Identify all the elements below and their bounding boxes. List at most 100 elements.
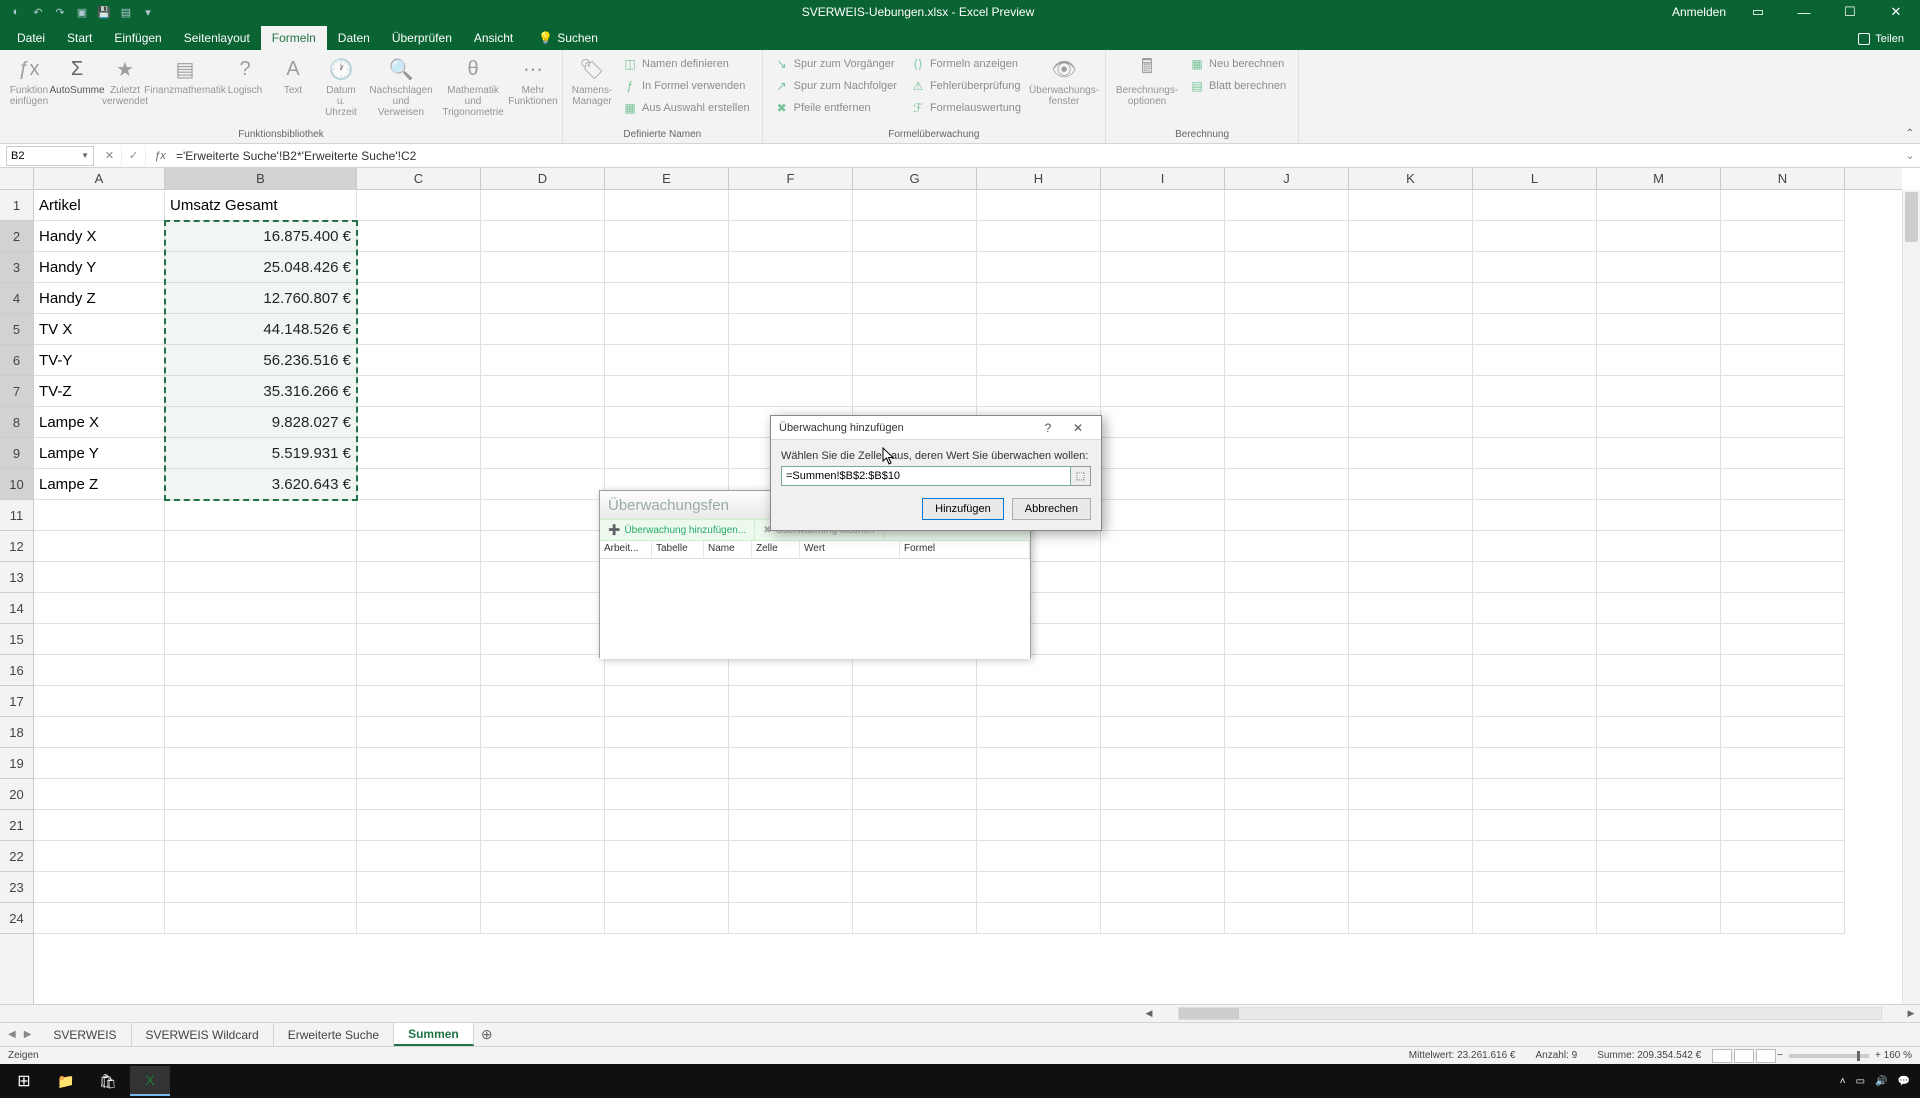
cell[interactable]: Handy Y — [34, 252, 165, 283]
cell[interactable] — [34, 593, 165, 624]
show-formulas-button[interactable]: ⟨⟩Formeln anzeigen — [905, 53, 1027, 75]
logical-button[interactable]: ?Logisch — [222, 53, 268, 98]
cell[interactable] — [605, 376, 729, 407]
col-header[interactable]: A — [34, 168, 165, 189]
cell[interactable] — [1597, 841, 1721, 872]
cell[interactable] — [977, 810, 1101, 841]
tab-einfuegen[interactable]: Einfügen — [103, 26, 172, 50]
cell[interactable] — [1101, 686, 1225, 717]
cell[interactable] — [1349, 500, 1473, 531]
cell[interactable] — [481, 779, 605, 810]
cell[interactable] — [1597, 810, 1721, 841]
row-header[interactable]: 3 — [0, 252, 33, 283]
select-all-corner[interactable] — [0, 168, 34, 190]
cell[interactable] — [977, 376, 1101, 407]
cell[interactable]: Umsatz Gesamt — [165, 190, 357, 221]
cell[interactable] — [977, 314, 1101, 345]
cell[interactable] — [357, 841, 481, 872]
cell[interactable] — [1349, 376, 1473, 407]
row-header[interactable]: 23 — [0, 872, 33, 903]
row-header[interactable]: 1 — [0, 190, 33, 221]
cell[interactable] — [1473, 717, 1597, 748]
cell[interactable] — [1597, 903, 1721, 934]
calc-now-button[interactable]: ▦Neu berechnen — [1184, 53, 1292, 75]
cell[interactable] — [1721, 779, 1845, 810]
cell[interactable] — [853, 686, 977, 717]
cell[interactable] — [729, 345, 853, 376]
cell[interactable] — [481, 221, 605, 252]
zoom-level[interactable]: + 160 % — [1875, 1050, 1912, 1061]
cell[interactable] — [1225, 810, 1349, 841]
tab-datei[interactable]: Datei — [6, 26, 56, 50]
cell[interactable] — [481, 686, 605, 717]
col-header[interactable]: M — [1597, 168, 1721, 189]
cell[interactable] — [853, 903, 977, 934]
cell[interactable] — [165, 841, 357, 872]
cell[interactable] — [1349, 655, 1473, 686]
cell[interactable] — [1101, 500, 1225, 531]
cell[interactable] — [165, 903, 357, 934]
cell[interactable] — [1101, 283, 1225, 314]
cell[interactable] — [605, 407, 729, 438]
autosum-button[interactable]: ΣAutoSumme — [54, 53, 100, 98]
cell[interactable] — [605, 314, 729, 345]
row-header[interactable]: 10 — [0, 469, 33, 500]
redo-icon[interactable]: ↷ — [52, 4, 68, 20]
cell[interactable] — [481, 345, 605, 376]
cell[interactable] — [1721, 810, 1845, 841]
cell[interactable] — [357, 748, 481, 779]
cell[interactable] — [1473, 624, 1597, 655]
cell[interactable] — [357, 624, 481, 655]
tab-ueberpruefen[interactable]: Überprüfen — [381, 26, 463, 50]
cell[interactable]: 12.760.807 € — [165, 283, 357, 314]
cell[interactable] — [357, 562, 481, 593]
row-header[interactable]: 6 — [0, 345, 33, 376]
cell[interactable] — [1597, 562, 1721, 593]
cell[interactable] — [165, 500, 357, 531]
cell[interactable] — [1101, 345, 1225, 376]
financial-button[interactable]: ▤Finanzmathematik — [150, 53, 220, 98]
col-header[interactable]: L — [1473, 168, 1597, 189]
cell[interactable] — [481, 252, 605, 283]
cell[interactable] — [1225, 841, 1349, 872]
zoom-out-icon[interactable]: − — [1777, 1050, 1783, 1061]
cell[interactable] — [1721, 531, 1845, 562]
cell[interactable] — [357, 686, 481, 717]
cell[interactable] — [34, 562, 165, 593]
cell[interactable]: TV X — [34, 314, 165, 345]
row-header[interactable]: 17 — [0, 686, 33, 717]
chevron-down-icon[interactable]: ▼ — [81, 151, 89, 160]
cell[interactable]: 9.828.027 € — [165, 407, 357, 438]
sheet-tab-sverweis[interactable]: SVERWEIS — [39, 1023, 131, 1046]
calc-options-button[interactable]: 🖩Berechnungs-optionen — [1112, 53, 1182, 109]
cell[interactable] — [1721, 748, 1845, 779]
cell[interactable] — [977, 903, 1101, 934]
cell[interactable] — [165, 562, 357, 593]
cell[interactable] — [605, 221, 729, 252]
cell[interactable] — [1597, 748, 1721, 779]
cell[interactable] — [605, 748, 729, 779]
normal-view-icon[interactable] — [1712, 1049, 1732, 1063]
cell[interactable] — [729, 190, 853, 221]
cell[interactable] — [1597, 376, 1721, 407]
cell[interactable] — [1225, 779, 1349, 810]
row-header[interactable]: 5 — [0, 314, 33, 345]
cell[interactable] — [853, 717, 977, 748]
cell[interactable] — [357, 407, 481, 438]
cell[interactable] — [729, 221, 853, 252]
cell[interactable] — [1721, 686, 1845, 717]
cell[interactable] — [1473, 903, 1597, 934]
cell[interactable] — [357, 531, 481, 562]
cell[interactable]: Artikel — [34, 190, 165, 221]
row-header[interactable]: 2 — [0, 221, 33, 252]
cell[interactable] — [1473, 686, 1597, 717]
close-icon[interactable]: ✕ — [1882, 4, 1910, 20]
cell[interactable] — [165, 593, 357, 624]
cancel-button[interactable]: Abbrechen — [1012, 498, 1091, 520]
cell[interactable] — [1597, 283, 1721, 314]
cell[interactable] — [481, 562, 605, 593]
cell[interactable] — [853, 221, 977, 252]
cell[interactable] — [357, 221, 481, 252]
cell[interactable] — [1225, 562, 1349, 593]
dropdown-icon[interactable]: ▾ — [140, 4, 156, 20]
